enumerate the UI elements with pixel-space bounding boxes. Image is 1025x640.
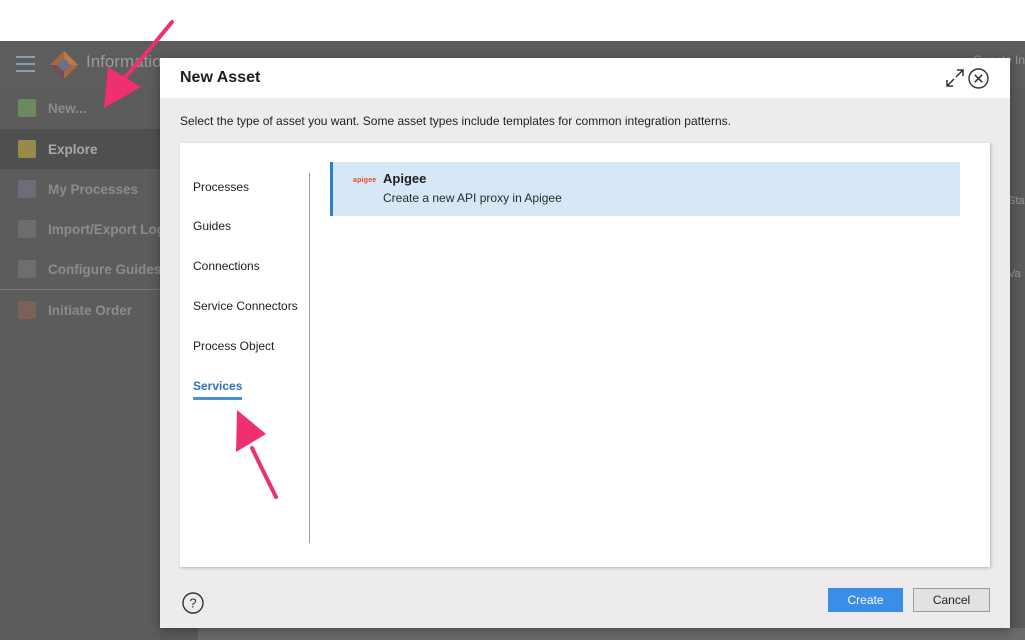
sidebar-item-configure-guides[interactable]: Configure Guides (0, 249, 162, 289)
sidebar-item-label: Initiate Order (48, 302, 133, 318)
sidebar-item-label: New... (48, 100, 87, 116)
sidebar-item-new[interactable]: New... (0, 88, 160, 128)
dialog-title: New Asset (180, 69, 261, 86)
hamburger-menu-icon[interactable] (16, 56, 35, 72)
dialog-header: New Asset (160, 58, 1010, 98)
sidebar-item-label: Import/Export Logs (48, 221, 173, 237)
create-button[interactable]: Create (828, 588, 903, 612)
new-asset-dialog: New Asset Select the type of asset you w… (160, 58, 1010, 628)
asset-selection-panel: Processes Guides Connections Service Con… (180, 143, 990, 567)
asset-category-list: Processes Guides Connections Service Con… (180, 143, 310, 567)
sidebar-item-label: Configure Guides (48, 261, 162, 277)
dialog-instructions: Select the type of asset you want. Some … (180, 114, 731, 128)
background-edge-label: Sta (1008, 195, 1025, 207)
app-main-footer-strip (198, 628, 1025, 640)
category-connections[interactable]: Connections (193, 259, 260, 273)
close-icon[interactable] (968, 68, 989, 89)
category-processes[interactable]: Processes (193, 180, 249, 194)
background-edge-content: Sta Va (1008, 100, 1025, 300)
folder-icon (18, 140, 36, 158)
asset-card-apigee[interactable]: apigee Apigee Create a new API proxy in … (330, 162, 960, 216)
category-divider (309, 173, 310, 543)
shapes-icon (18, 301, 36, 319)
category-services[interactable]: Services (193, 379, 243, 400)
sidebar-item-import-export-logs[interactable]: Import/Export Logs (0, 209, 173, 249)
apigee-logo-icon: apigee (353, 177, 377, 184)
sidebar-item-label: My Processes (48, 181, 139, 197)
document-icon (18, 180, 36, 198)
app-title: Informatio (86, 52, 162, 71)
wrench-icon (18, 260, 36, 278)
category-guides[interactable]: Guides (193, 219, 231, 233)
app-sidebar: New... Explore My Processes Import/Expor… (0, 88, 173, 640)
sidebar-item-my-processes[interactable]: My Processes (0, 169, 160, 209)
help-symbol: ? (189, 596, 196, 611)
sidebar-item-explore[interactable]: Explore (0, 129, 160, 169)
sidebar-item-initiate-order[interactable]: Initiate Order (0, 290, 160, 330)
log-icon (18, 220, 36, 238)
informatica-logo-icon (50, 51, 78, 79)
asset-name: Apigee (383, 171, 427, 186)
sidebar-item-label: Explore (48, 141, 98, 157)
asset-description: Create a new API proxy in Apigee (383, 191, 562, 205)
background-edge-label: Va (1008, 268, 1021, 280)
help-icon[interactable]: ? (182, 592, 204, 614)
category-service-connectors[interactable]: Service Connectors (193, 299, 298, 313)
plus-icon (18, 99, 36, 117)
expand-icon[interactable] (945, 68, 965, 88)
category-process-object[interactable]: Process Object (193, 339, 274, 353)
cancel-button[interactable]: Cancel (913, 588, 990, 612)
